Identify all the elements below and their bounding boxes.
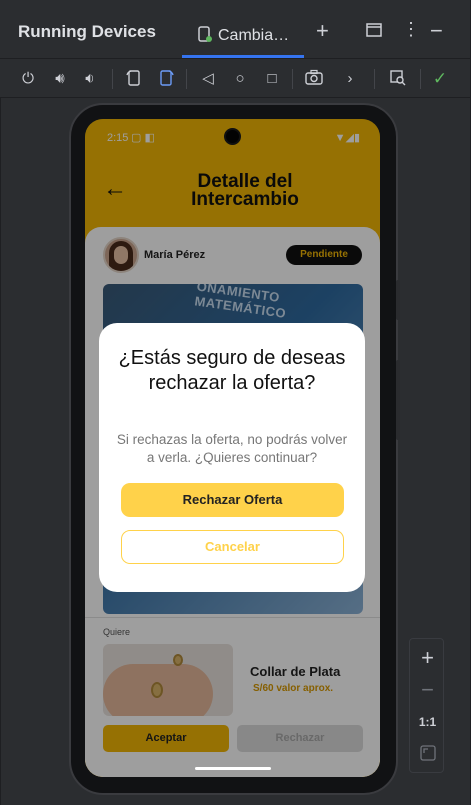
tool-window-title: Running Devices xyxy=(18,22,156,41)
camera-icon[interactable] xyxy=(304,69,324,89)
running-devices-panel: Running Devices Cambia… + ⋮ − ⏻ 🔊︎ 🔉︎ ◁ … xyxy=(0,0,471,805)
minus-icon[interactable]: − xyxy=(430,20,443,42)
device-tab[interactable]: Cambia… xyxy=(182,14,302,58)
checkmark-icon[interactable]: ✓ xyxy=(430,69,450,89)
reject-offer-button[interactable]: Rechazar Oferta xyxy=(121,483,344,517)
rotate-right-icon[interactable] xyxy=(156,69,176,89)
toolbar-separator xyxy=(292,69,293,89)
zoom-controls: + − 1:1 xyxy=(409,638,444,773)
panel-border xyxy=(0,98,1,805)
window-icon[interactable] xyxy=(366,22,382,41)
device-icon xyxy=(198,25,212,47)
rotate-left-icon[interactable] xyxy=(124,69,144,89)
toolbar-separator xyxy=(420,69,421,89)
device-tab-label: Cambia… xyxy=(218,27,290,44)
more-vertical-icon[interactable]: ⋮ xyxy=(402,20,420,38)
confirm-dialog: ¿Estás seguro de deseas rechazar la ofer… xyxy=(99,323,365,592)
phone-volume-button xyxy=(396,360,400,440)
cancel-button[interactable]: Cancelar xyxy=(121,530,344,564)
toolbar-separator xyxy=(374,69,375,89)
toolbar-separator xyxy=(112,69,113,89)
home-nav-icon[interactable]: ○ xyxy=(230,69,250,89)
chevron-right-icon[interactable]: › xyxy=(340,69,360,89)
plus-icon[interactable]: + xyxy=(316,20,329,42)
toolbar-separator xyxy=(186,69,187,89)
volume-down-icon[interactable]: 🔉︎ xyxy=(80,69,100,89)
home-indicator[interactable] xyxy=(195,767,271,770)
overview-nav-icon[interactable]: □ xyxy=(262,69,282,89)
back-nav-icon[interactable]: ◁ xyxy=(198,69,218,89)
inspect-icon[interactable] xyxy=(388,69,408,89)
zoom-in-button[interactable]: + xyxy=(410,645,445,671)
phone-power-button xyxy=(396,280,400,320)
power-icon[interactable]: ⏻ xyxy=(18,69,38,89)
tool-window-header: Running Devices Cambia… + ⋮ − xyxy=(0,0,471,58)
zoom-out-button[interactable]: − xyxy=(410,677,445,703)
volume-up-icon[interactable]: 🔊︎ xyxy=(50,69,70,89)
zoom-actual-button[interactable]: 1:1 xyxy=(410,715,445,729)
dialog-message: Si rechazas la oferta, no podrás volver … xyxy=(116,432,348,465)
dialog-title: ¿Estás seguro de deseas rechazar la ofer… xyxy=(118,347,346,394)
fit-screen-icon[interactable] xyxy=(410,745,445,766)
device-toolbar: ⏻ 🔊︎ 🔉︎ ◁ ○ □ › ✓ xyxy=(0,58,471,98)
